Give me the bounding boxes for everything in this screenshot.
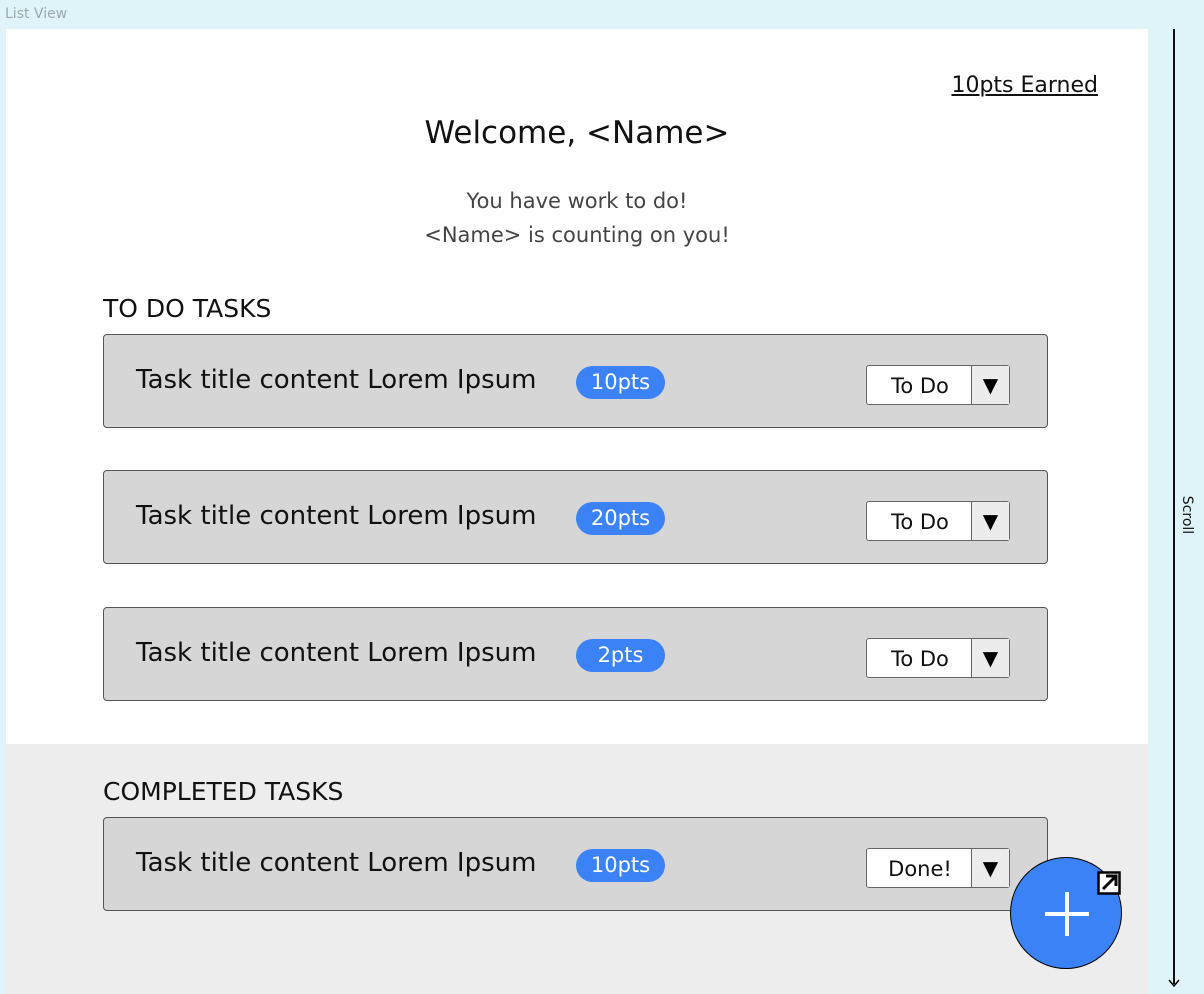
task-card[interactable]: Task title content Lorem Ipsum 10pts Don…	[103, 817, 1048, 911]
task-card[interactable]: Task title content Lorem Ipsum 2pts To D…	[103, 607, 1048, 701]
caret-down-icon[interactable]: ▼	[971, 502, 1009, 540]
status-value: Done!	[888, 857, 952, 881]
scroll-label: Scroll	[1175, 495, 1200, 535]
task-title: Task title content Lorem Ipsum	[136, 638, 537, 668]
points-badge: 2pts	[576, 639, 665, 672]
points-earned-link[interactable]: 10pts Earned	[951, 73, 1098, 98]
task-card[interactable]: Task title content Lorem Ipsum 20pts To …	[103, 470, 1048, 564]
todo-section-title: TO DO TASKS	[103, 294, 272, 323]
status-dropdown[interactable]: Done! ▼	[866, 848, 1010, 888]
expand-icon[interactable]	[1097, 871, 1121, 895]
task-card[interactable]: Task title content Lorem Ipsum 10pts To …	[103, 334, 1048, 428]
list-view-canvas: 10pts Earned Welcome, <Name> You have wo…	[6, 29, 1148, 994]
task-title: Task title content Lorem Ipsum	[136, 501, 537, 531]
caret-down-icon[interactable]: ▼	[971, 849, 1009, 887]
arrow-down-icon	[1168, 979, 1180, 988]
points-badge: 10pts	[576, 849, 665, 882]
status-dropdown[interactable]: To Do ▼	[866, 638, 1010, 678]
welcome-heading: Welcome, <Name>	[424, 115, 730, 151]
frame-label: List View	[5, 6, 68, 22]
task-title: Task title content Lorem Ipsum	[136, 365, 537, 395]
caret-down-icon[interactable]: ▼	[971, 366, 1009, 404]
welcome-subtext: You have work to do! <Name> is counting …	[6, 184, 1148, 252]
status-value: To Do	[891, 510, 949, 534]
points-badge: 10pts	[576, 366, 665, 399]
subtext-line-2: <Name> is counting on you!	[424, 223, 730, 247]
status-dropdown[interactable]: To Do ▼	[866, 501, 1010, 541]
status-dropdown[interactable]: To Do ▼	[866, 365, 1010, 405]
caret-down-icon[interactable]: ▼	[971, 639, 1009, 677]
status-value: To Do	[891, 647, 949, 671]
completed-section-title: COMPLETED TASKS	[103, 777, 344, 806]
plus-icon-stroke	[1065, 892, 1069, 936]
status-value: To Do	[891, 374, 949, 398]
subtext-line-1: You have work to do!	[466, 189, 688, 213]
task-title: Task title content Lorem Ipsum	[136, 848, 537, 878]
completed-section: COMPLETED TASKS Task title content Lorem…	[6, 744, 1148, 994]
points-badge: 20pts	[576, 502, 665, 535]
